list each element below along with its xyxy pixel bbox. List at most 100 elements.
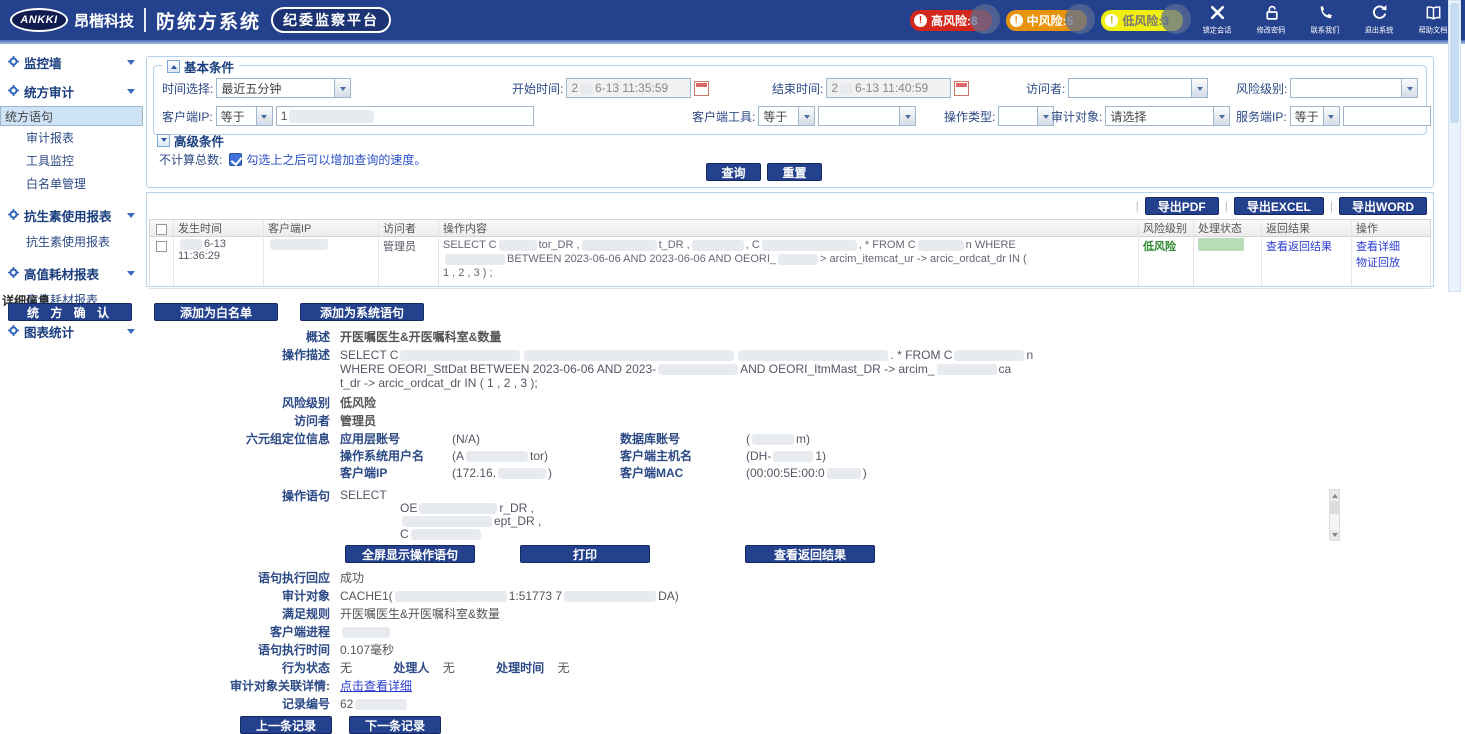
- print-button[interactable]: 打印: [520, 545, 650, 563]
- client-tool-select[interactable]: [818, 106, 916, 126]
- redaction-blur: [762, 240, 857, 251]
- time-range-select[interactable]: 最近五分钟: [216, 78, 351, 98]
- end-time-input[interactable]: 26-13 11:40:59: [826, 78, 951, 98]
- contact-us-button[interactable]: 联系我们: [1305, 4, 1345, 36]
- export-excel-button[interactable]: 导出EXCEL: [1234, 197, 1324, 215]
- gear-icon: [8, 56, 19, 70]
- scroll-down-icon[interactable]: [1330, 530, 1339, 540]
- sidebar-item-tool-monitor[interactable]: 工具监控: [0, 149, 143, 172]
- lock-session-button[interactable]: 锁定会话: [1197, 4, 1237, 36]
- logout-button[interactable]: 退出系统: [1359, 4, 1399, 36]
- scrollbar-thumb[interactable]: [1330, 501, 1339, 514]
- sidebar-item-whitelist-mgmt[interactable]: 白名单管理: [0, 172, 143, 195]
- sidebar-group-tongfang-audit[interactable]: 统方审计: [0, 77, 143, 106]
- scrollbar-thumb[interactable]: [1450, 3, 1459, 123]
- low-risk-badge[interactable]: ! 低风险:3: [1101, 10, 1183, 31]
- results-table: 发生时间 客户端IP 访问者 操作内容 风险级别 处理状态 返回结果 操作 6-…: [149, 219, 1431, 289]
- risk-level-select[interactable]: [1290, 78, 1418, 98]
- end-time-field: 结束时间: 26-13 11:40:59: [772, 78, 969, 98]
- add-whitelist-button[interactable]: 添加为白名单: [154, 303, 278, 321]
- sidebar-item-tongfang-statement[interactable]: 统方语句: [0, 106, 143, 126]
- sidebar-group-monitor-wall[interactable]: 监控墙: [0, 48, 143, 77]
- tongfang-confirm-button[interactable]: 统 方 确 认: [8, 303, 132, 321]
- server-ip-input[interactable]: [1343, 106, 1431, 126]
- client-process-value: [340, 625, 392, 640]
- alert-icon: !: [1010, 14, 1023, 27]
- gear-icon: [8, 209, 19, 223]
- change-password-button[interactable]: 修改密码: [1251, 4, 1291, 36]
- evidence-replay-link[interactable]: 物证回放: [1356, 257, 1400, 269]
- sidebar-group-antibiotic-report[interactable]: 抗生素使用报表: [0, 201, 143, 230]
- client-tool-op-select[interactable]: 等于: [758, 106, 815, 126]
- record-no-value: 62: [340, 697, 409, 712]
- sql-box-scrollbar[interactable]: [1329, 489, 1340, 541]
- redaction-blur: [773, 451, 813, 462]
- view-return-result-button[interactable]: 查看返回结果: [745, 545, 875, 563]
- record-nav-buttons: 上一条记录 下一条记录: [240, 716, 1465, 734]
- prev-record-button[interactable]: 上一条记录: [240, 716, 332, 734]
- audit-target-field: 审计对象: 请选择: [1051, 106, 1230, 126]
- redaction-blur: [395, 591, 507, 602]
- export-word-button[interactable]: 导出WORD: [1339, 197, 1427, 215]
- high-risk-badge[interactable]: ! 高风险:8: [910, 10, 992, 31]
- collapse-toggle-icon[interactable]: [157, 134, 170, 147]
- help-docs-button[interactable]: 帮助文档: [1413, 4, 1453, 36]
- risk-level-field: 风险级别:: [1236, 78, 1418, 98]
- redaction-blur: [466, 451, 528, 462]
- audit-target-select[interactable]: 请选择: [1105, 106, 1230, 126]
- cell-sql: SELECT Ctor_DR ,t_DR ,, C, * FROM Cn WHE…: [439, 237, 1139, 288]
- collapse-toggle-icon[interactable]: [167, 60, 180, 73]
- calendar-icon[interactable]: [694, 81, 709, 96]
- visitor-row: 访问者 管理员: [0, 414, 1465, 429]
- redaction-blur: [937, 364, 997, 375]
- server-ip-op-select[interactable]: 等于: [1290, 106, 1340, 126]
- sidebar-item-audit-report[interactable]: 审计报表: [0, 126, 143, 149]
- sidebar-group-consumable-report[interactable]: 高值耗材报表: [0, 259, 143, 288]
- cell-time: 6-13 11:36:29: [174, 237, 264, 288]
- exec-response-row: 语句执行回应 成功: [0, 571, 1465, 586]
- cell-result: 查看返回结果: [1262, 237, 1352, 288]
- export-pdf-button[interactable]: 导出PDF: [1145, 197, 1219, 215]
- start-time-input[interactable]: 26-13 11:35:59: [566, 78, 691, 98]
- chevron-down-icon: [127, 60, 135, 69]
- sidebar-item-antibiotic-report[interactable]: 抗生素使用报表: [0, 230, 143, 253]
- view-return-result-link[interactable]: 查看返回结果: [1266, 241, 1332, 253]
- client-mac-value: (00:00:5E:00:0): [746, 466, 867, 481]
- calendar-icon[interactable]: [954, 81, 969, 96]
- filter-container: 基本条件 时间选择: 最近五分钟 开始时间: 26-13 11:35:59 结束…: [146, 56, 1434, 188]
- scroll-up-icon[interactable]: [1330, 490, 1339, 500]
- mid-risk-badge[interactable]: ! 中风险:5: [1006, 10, 1088, 31]
- redaction-blur: [524, 350, 734, 361]
- chevron-down-icon: [256, 107, 272, 125]
- fullscreen-sql-button[interactable]: 全屏显示操作语句: [345, 545, 475, 563]
- redaction-blur: [411, 529, 481, 540]
- redaction-blur: [582, 240, 657, 251]
- chevron-down-icon: [127, 89, 135, 98]
- client-ip-op-select[interactable]: 等于: [216, 106, 273, 126]
- app-header: ANKKI 昂楷科技 防统方系统 纪委监察平台 ! 高风险:8 ! 中风险:5 …: [0, 0, 1465, 40]
- redaction-blur: [970, 4, 1000, 34]
- col-visitor: 访问者: [379, 219, 439, 237]
- visitor-select[interactable]: [1068, 78, 1208, 98]
- client-ip-input[interactable]: 1: [276, 106, 534, 126]
- add-system-statement-button[interactable]: 添加为系统语句: [300, 303, 424, 321]
- client-process-row: 客户端进程: [0, 625, 1465, 640]
- col-content: 操作内容: [439, 219, 1139, 237]
- next-record-button[interactable]: 下一条记录: [349, 716, 441, 734]
- reset-button[interactable]: 重置: [767, 163, 822, 181]
- page-scrollbar[interactable]: [1448, 0, 1461, 292]
- op-type-field: 操作类型:: [944, 106, 1054, 126]
- no-count-checkbox[interactable]: [229, 153, 242, 166]
- view-detail-link[interactable]: 查看详细: [1356, 241, 1400, 253]
- sidebar-nav: 监控墙 统方审计 统方语句 审计报表 工具监控 白名单管理 抗生素使用报表 抗生…: [0, 48, 143, 298]
- client-ip-field: 客户端IP: 等于 1: [162, 106, 534, 126]
- behavior-value: 无 处理人 无 处理时间 无: [340, 661, 569, 676]
- query-button[interactable]: 查询: [706, 163, 761, 181]
- row-checkbox[interactable]: [156, 241, 167, 252]
- select-all-checkbox[interactable]: [156, 224, 167, 235]
- cell-client-ip: [264, 237, 379, 288]
- op-type-select[interactable]: [998, 106, 1054, 126]
- client-host-value: (DH-1): [746, 449, 826, 464]
- view-relation-detail-link[interactable]: 点击查看详细: [340, 679, 412, 693]
- audit-target-value: CACHE1(1:51773 7DA): [340, 589, 679, 604]
